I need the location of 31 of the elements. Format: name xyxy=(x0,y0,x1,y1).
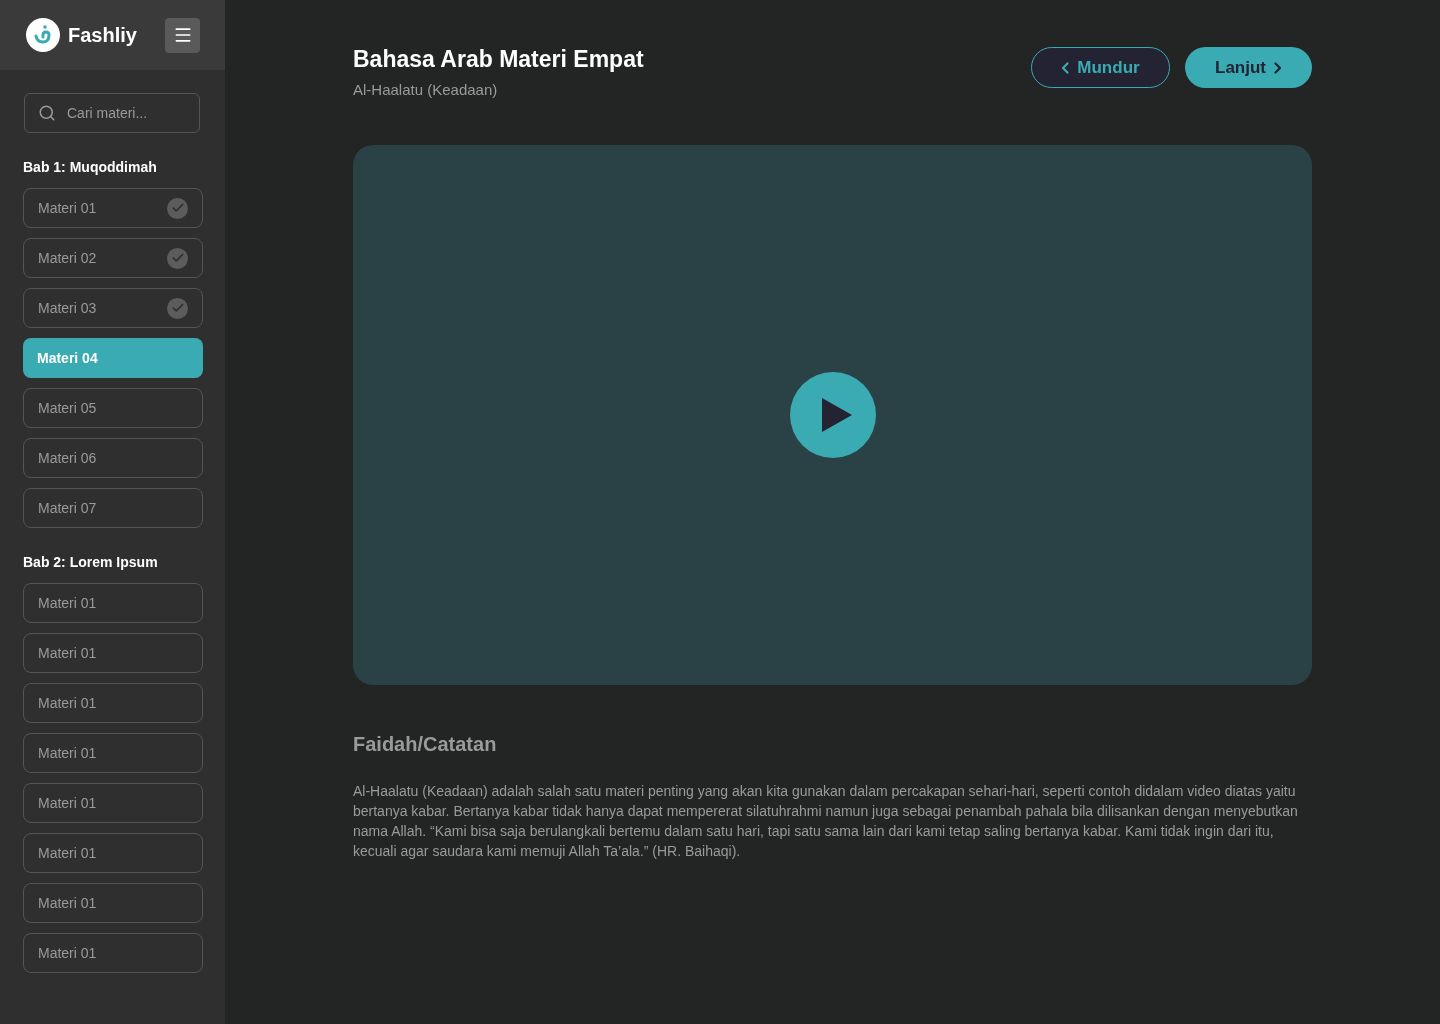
lesson-item[interactable]: Materi 01 xyxy=(23,883,203,923)
lesson-item[interactable]: Materi 01 xyxy=(23,633,203,673)
chapter-title: Bab 2: Lorem Ipsum xyxy=(23,553,159,572)
notes-text: Al-Haalatu (Keadaan) adalah salah satu materi penting yang akan kita gunakan dalam percakapan sehari-hari, seperti contoh didalam video diatas yaitu bertanya kabar. Bertanya kabar tidak hanya dapat mempererat silatuhrahmi namun juga sebagai penambah pahala bila dilisankan dengan menyebutkan nama Allah. “Kami bisa saja berulangkali bertemu dalam satu hari, tapi satu sama lain dari kami tetap saling bertanya kabar. Kami tidak ingin dari itu, kecuali agar saudara kami memuji Allah Ta’ala.” (HR. Baihaqi). xyxy=(353,782,1299,861)
chevron-left-icon xyxy=(1061,61,1070,74)
lesson-item[interactable]: Materi 01 xyxy=(23,583,203,623)
lesson-item[interactable]: Materi 05 xyxy=(23,388,203,428)
lesson-item[interactable]: Materi 04 xyxy=(23,338,203,378)
search-icon xyxy=(38,104,56,122)
lesson-item[interactable]: Materi 01 xyxy=(23,188,203,228)
play-icon[interactable] xyxy=(789,372,876,458)
lesson-item[interactable]: Materi 02 xyxy=(23,238,203,278)
lesson-title: Bahasa Arab Materi Empat xyxy=(353,45,644,74)
lesson-item[interactable]: Materi 01 xyxy=(23,683,203,723)
lesson-item[interactable]: Materi 06 xyxy=(23,438,203,478)
lesson-item[interactable]: Materi 01 xyxy=(23,833,203,873)
lesson-item[interactable]: Materi 01 xyxy=(23,733,203,773)
lesson-item[interactable]: Materi 03 xyxy=(23,288,203,328)
lesson-item[interactable]: Materi 07 xyxy=(23,488,203,528)
lesson-item[interactable]: Materi 01 xyxy=(23,933,203,973)
chapter-title: Bab 1: Muqoddimah xyxy=(23,158,158,177)
lesson-item[interactable]: Materi 01 xyxy=(23,783,203,823)
brand-name: Fashliy xyxy=(68,23,137,48)
next-button[interactable]: Lanjut xyxy=(1185,47,1312,88)
back-button[interactable]: Mundur xyxy=(1031,47,1170,88)
menu-button[interactable] xyxy=(165,17,200,53)
chevron-right-icon xyxy=(1274,61,1282,74)
logo-icon xyxy=(26,18,60,52)
search-field[interactable]: Cari materi... xyxy=(24,93,200,133)
notes-heading: Faidah/Catatan xyxy=(353,732,498,757)
lesson-subtitle: Al-Haalatu (Keadaan) xyxy=(353,79,499,100)
